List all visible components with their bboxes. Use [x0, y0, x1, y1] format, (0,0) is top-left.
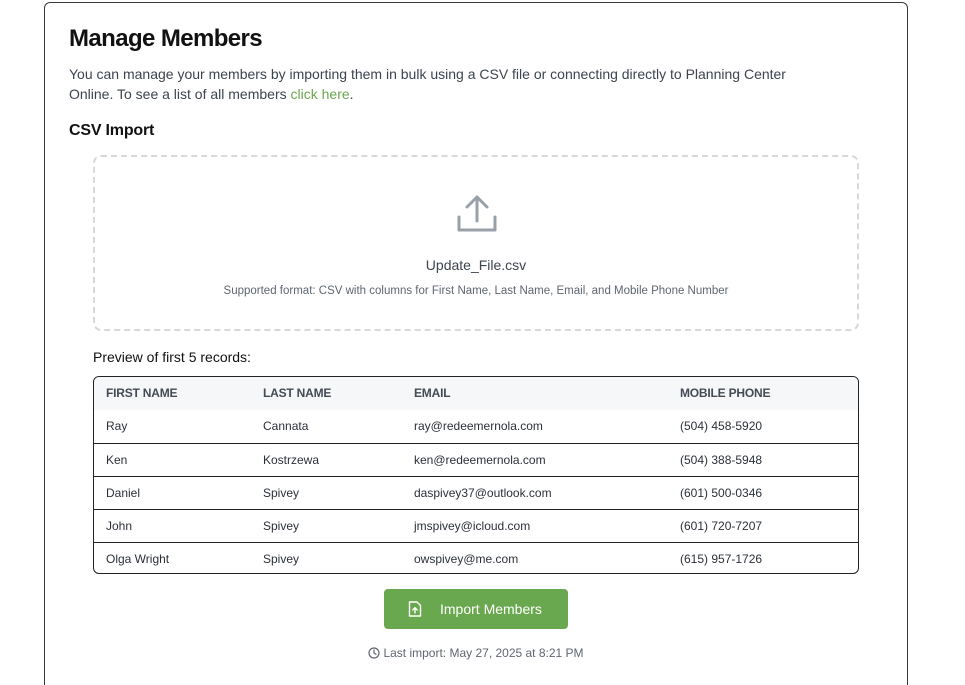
- page-title: Manage Members: [69, 25, 263, 52]
- description-suffix: .: [349, 86, 354, 102]
- preview-title: Preview of first 5 records:: [93, 349, 251, 365]
- cell-mobile-phone: (601) 500-0346: [680, 486, 763, 500]
- cell-first-name: Daniel: [106, 486, 141, 500]
- cell-last-name: Spivey: [263, 486, 300, 500]
- file-upload-icon: [408, 601, 422, 617]
- manage-members-card: Manage Members You can manage your membe…: [44, 2, 908, 685]
- column-header-email: EMAIL: [414, 386, 451, 400]
- cell-last-name: Spivey: [263, 519, 300, 533]
- cell-last-name: Cannata: [263, 419, 309, 433]
- selected-file-name: Update_File.csv: [425, 257, 527, 273]
- description-prefix: You can manage your members by importing…: [69, 66, 786, 102]
- table-row: Ken Kostrzewa ken@redeemernola.com (504)…: [94, 443, 858, 476]
- cell-email: owspivey@me.com: [414, 552, 519, 566]
- cell-last-name: Spivey: [263, 552, 300, 566]
- csv-dropzone[interactable]: Update_File.csv Supported format: CSV wi…: [93, 155, 859, 331]
- column-header-mobile-phone: MOBILE PHONE: [680, 386, 771, 400]
- cell-mobile-phone: (615) 957-1726: [680, 552, 763, 566]
- cell-email: jmspivey@icloud.com: [414, 519, 531, 533]
- all-members-link[interactable]: click here: [291, 86, 350, 102]
- cell-first-name: John: [106, 519, 133, 533]
- cell-mobile-phone: (601) 720-7207: [680, 519, 763, 533]
- preview-table: FIRST NAME LAST NAME EMAIL MOBILE PHONE …: [93, 376, 859, 574]
- upload-icon: [457, 195, 497, 232]
- cell-email: ray@redeemernola.com: [414, 419, 543, 433]
- column-header-first-name: FIRST NAME: [106, 386, 178, 400]
- cell-mobile-phone: (504) 458-5920: [680, 419, 763, 433]
- table-row: Ray Cannata ray@redeemernola.com (504) 4…: [94, 410, 858, 443]
- clock-icon: [368, 647, 381, 659]
- cell-email: ken@redeemernola.com: [414, 453, 546, 467]
- cell-mobile-phone: (504) 388-5948: [680, 453, 763, 467]
- table-row: Daniel Spivey daspivey37@outlook.com (60…: [94, 476, 858, 509]
- cell-first-name: Ray: [106, 419, 128, 433]
- import-members-button[interactable]: Import Members: [384, 589, 568, 629]
- cell-email: daspivey37@outlook.com: [414, 486, 552, 500]
- column-header-last-name: LAST NAME: [263, 386, 332, 400]
- supported-format-text: Supported format: CSV with columns for F…: [223, 285, 729, 297]
- table-row: John Spivey jmspivey@icloud.com (601) 72…: [94, 509, 858, 542]
- cell-first-name: Olga Wright: [106, 552, 170, 566]
- table-header: FIRST NAME LAST NAME EMAIL MOBILE PHONE: [94, 377, 858, 410]
- last-import-text: Last import: May 27, 2025 at 8:21 PM: [383, 646, 584, 660]
- import-members-label: Import Members: [440, 601, 542, 617]
- page-description: You can manage your members by importing…: [69, 64, 789, 104]
- csv-import-title: CSV Import: [69, 122, 155, 139]
- cell-first-name: Ken: [106, 453, 128, 467]
- table-row: Olga Wright Spivey owspivey@me.com (615)…: [94, 542, 858, 573]
- last-import-status: Last import: May 27, 2025 at 8:21 PM: [45, 646, 907, 660]
- cell-last-name: Kostrzewa: [263, 453, 320, 467]
